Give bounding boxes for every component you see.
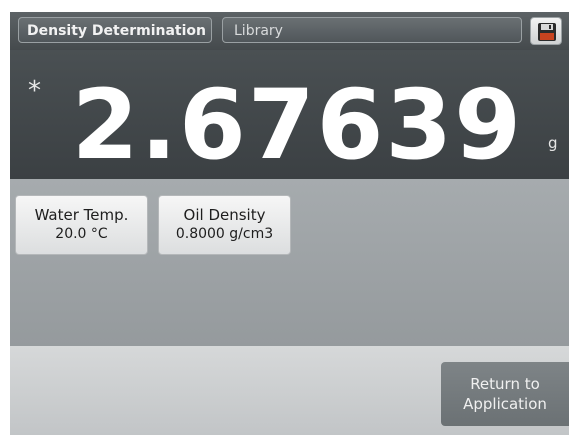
screen: Density Determination Library * 2.67639 … xyxy=(0,0,569,435)
save-button[interactable] xyxy=(530,17,562,45)
weight-reading: 2.67639 xyxy=(71,69,523,181)
stability-marker: * xyxy=(28,76,41,106)
oil-density-label: Oil Density xyxy=(183,206,266,224)
floppy-disk-icon xyxy=(538,23,556,41)
header-bar: Density Determination Library xyxy=(10,12,569,50)
parameter-panel: Water Temp. 20.0 °C Oil Density 0.8000 g… xyxy=(10,179,569,346)
water-temp-value: 20.0 °C xyxy=(55,226,108,242)
return-label-line1: Return to xyxy=(470,375,540,393)
tab-density-determination[interactable]: Density Determination xyxy=(18,17,212,43)
oil-density-value: 0.8000 g/cm3 xyxy=(175,226,274,242)
weight-unit: g xyxy=(548,134,558,152)
return-label-line2: Application xyxy=(463,395,547,413)
water-temp-label: Water Temp. xyxy=(34,206,129,224)
oil-density-button[interactable]: Oil Density 0.8000 g/cm3 xyxy=(158,195,291,255)
water-temp-button[interactable]: Water Temp. 20.0 °C xyxy=(15,195,148,255)
weight-display: * 2.67639 g xyxy=(10,50,569,181)
footer-bar: Return to Application xyxy=(10,346,569,435)
tab-library[interactable]: Library xyxy=(222,17,522,43)
return-to-application-button[interactable]: Return to Application xyxy=(441,362,569,426)
